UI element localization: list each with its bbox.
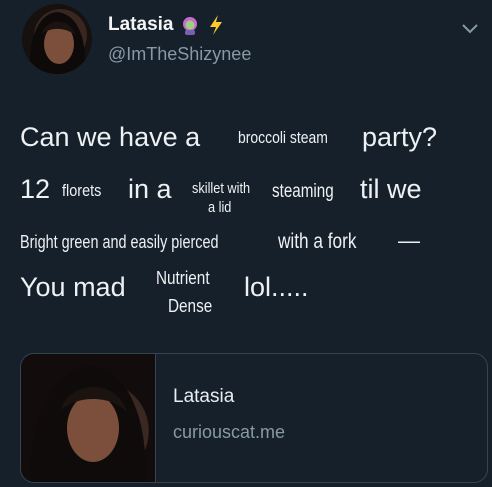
tweet-text-1b: broccoli steam — [238, 128, 328, 147]
tweet-text-4c: Dense — [168, 296, 213, 316]
tweet-text-4d: lol..... — [244, 272, 309, 302]
display-name[interactable]: Latasia — [108, 14, 173, 36]
woman-zombie-icon — [183, 17, 198, 35]
tweet-text-4b: Nutrient — [156, 268, 210, 288]
link-preview-card[interactable]: Latasia curiouscat.me — [20, 353, 488, 483]
chevron-down-icon[interactable] — [460, 22, 480, 36]
tweet-text-1a: Can we have a — [20, 122, 201, 152]
tweet-text-3b: with a fork — [278, 230, 357, 253]
card-photo — [30, 366, 146, 482]
profile-avatar[interactable] — [22, 4, 92, 74]
tweet-text-2g: til we — [360, 174, 422, 204]
tweet-text-3a: Bright green and easily pierced — [20, 232, 219, 252]
author-row: Latasia — [108, 14, 225, 36]
tweet-text-1c: party? — [362, 122, 438, 152]
tweet-text-2e: a lid — [208, 199, 232, 216]
tweet-text-3c: — — [398, 228, 420, 253]
tweet-text-2f: steaming — [272, 181, 334, 202]
user-handle[interactable]: @ImTheShizynee — [108, 44, 251, 65]
tweet-text-4a: You mad — [20, 272, 126, 302]
card-domain: curiouscat.me — [173, 422, 286, 442]
avatar-photo — [29, 12, 85, 74]
tweet-text-2c: in a — [128, 174, 172, 204]
tweet-text-2a: 12 — [20, 174, 51, 204]
card-thumbnail — [21, 354, 156, 482]
tweet-text-2d: skillet with — [192, 180, 251, 197]
card-title: Latasia — [173, 386, 235, 407]
lightning-icon — [210, 15, 223, 35]
tweet-text-2b: florets — [62, 181, 102, 200]
